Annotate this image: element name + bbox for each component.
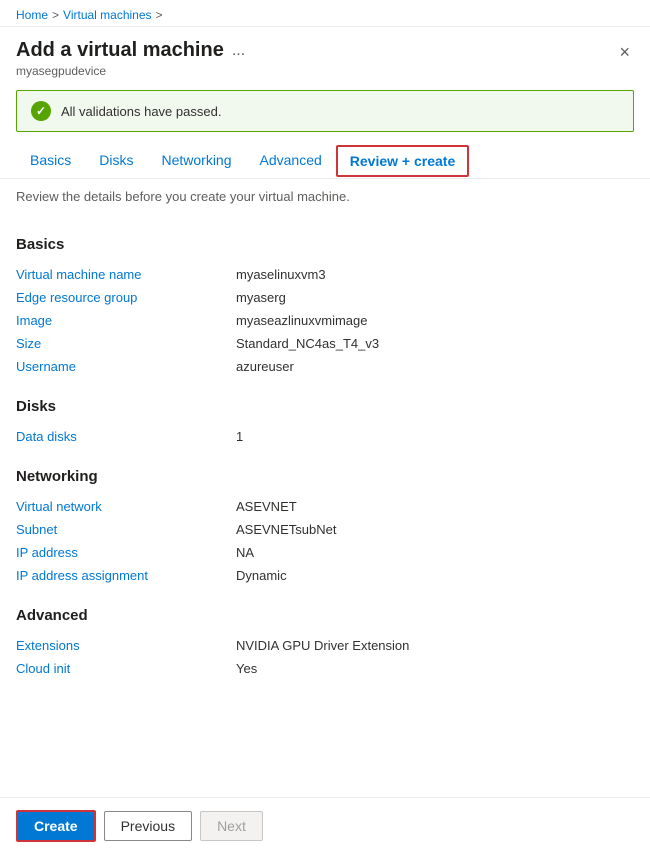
- breadcrumb-virtual-machines[interactable]: Virtual machines: [63, 8, 152, 22]
- tab-networking[interactable]: Networking: [147, 144, 245, 178]
- list-item: Image myaseazlinuxvmimage: [16, 309, 634, 332]
- value-extensions: NVIDIA GPU Driver Extension: [236, 638, 409, 653]
- previous-button[interactable]: Previous: [104, 811, 192, 841]
- list-item: Cloud init Yes: [16, 657, 634, 680]
- check-circle-icon: [31, 101, 51, 121]
- section-disks-title: Disks: [16, 398, 634, 415]
- section-disks: Disks Data disks 1: [16, 398, 634, 448]
- value-virtual-network: ASEVNET: [236, 499, 297, 514]
- list-item: Extensions NVIDIA GPU Driver Extension: [16, 634, 634, 657]
- label-extensions: Extensions: [16, 638, 236, 653]
- next-button: Next: [200, 811, 263, 841]
- section-basics: Basics Virtual machine name myaselinuxvm…: [16, 236, 634, 378]
- label-virtual-network: Virtual network: [16, 499, 236, 514]
- breadcrumb-sep1: >: [52, 8, 59, 22]
- tabs-bar: Basics Disks Networking Advanced Review …: [0, 144, 650, 179]
- panel-subtitle: myasegpudevice: [16, 64, 615, 78]
- panel-header: Add a virtual machine ... myasegpudevice…: [0, 27, 650, 78]
- footer: Create Previous Next: [0, 797, 650, 854]
- review-subtitle: Review the details before you create you…: [0, 179, 650, 208]
- section-advanced: Advanced Extensions NVIDIA GPU Driver Ex…: [16, 607, 634, 680]
- label-resource-group: Edge resource group: [16, 290, 236, 305]
- label-size: Size: [16, 336, 236, 351]
- tab-basics[interactable]: Basics: [16, 144, 85, 178]
- value-subnet: ASEVNETsubNet: [236, 522, 336, 537]
- ellipsis-menu[interactable]: ...: [232, 42, 245, 60]
- breadcrumb-home[interactable]: Home: [16, 8, 48, 22]
- list-item: IP address NA: [16, 541, 634, 564]
- section-networking: Networking Virtual network ASEVNET Subne…: [16, 468, 634, 587]
- review-content: Basics Virtual machine name myaselinuxvm…: [0, 208, 650, 760]
- value-data-disks: 1: [236, 429, 243, 444]
- value-ip-assignment: Dynamic: [236, 568, 287, 583]
- list-item: Username azureuser: [16, 355, 634, 378]
- value-resource-group: myaserg: [236, 290, 286, 305]
- close-button[interactable]: ×: [615, 39, 634, 65]
- validation-banner: All validations have passed.: [16, 90, 634, 132]
- tab-review-create[interactable]: Review + create: [336, 145, 469, 177]
- list-item: Size Standard_NC4as_T4_v3: [16, 332, 634, 355]
- value-cloud-init: Yes: [236, 661, 257, 676]
- label-image: Image: [16, 313, 236, 328]
- list-item: Subnet ASEVNETsubNet: [16, 518, 634, 541]
- breadcrumb-sep2: >: [156, 8, 163, 22]
- page-title: Add a virtual machine: [16, 39, 224, 62]
- list-item: Virtual machine name myaselinuxvm3: [16, 263, 634, 286]
- value-image: myaseazlinuxvmimage: [236, 313, 368, 328]
- label-data-disks: Data disks: [16, 429, 236, 444]
- value-username: azureuser: [236, 359, 294, 374]
- label-username: Username: [16, 359, 236, 374]
- list-item: IP address assignment Dynamic: [16, 564, 634, 587]
- section-advanced-title: Advanced: [16, 607, 634, 624]
- section-networking-title: Networking: [16, 468, 634, 485]
- list-item: Virtual network ASEVNET: [16, 495, 634, 518]
- value-size: Standard_NC4as_T4_v3: [236, 336, 379, 351]
- breadcrumb: Home > Virtual machines >: [0, 0, 650, 27]
- label-vm-name: Virtual machine name: [16, 267, 236, 282]
- list-item: Edge resource group myaserg: [16, 286, 634, 309]
- tab-advanced[interactable]: Advanced: [246, 144, 336, 178]
- label-ip-assignment: IP address assignment: [16, 568, 236, 583]
- label-subnet: Subnet: [16, 522, 236, 537]
- label-ip-address: IP address: [16, 545, 236, 560]
- label-cloud-init: Cloud init: [16, 661, 236, 676]
- section-basics-title: Basics: [16, 236, 634, 253]
- list-item: Data disks 1: [16, 425, 634, 448]
- create-button[interactable]: Create: [16, 810, 96, 842]
- value-ip-address: NA: [236, 545, 254, 560]
- tab-disks[interactable]: Disks: [85, 144, 147, 178]
- validation-message: All validations have passed.: [61, 104, 221, 119]
- value-vm-name: myaselinuxvm3: [236, 267, 326, 282]
